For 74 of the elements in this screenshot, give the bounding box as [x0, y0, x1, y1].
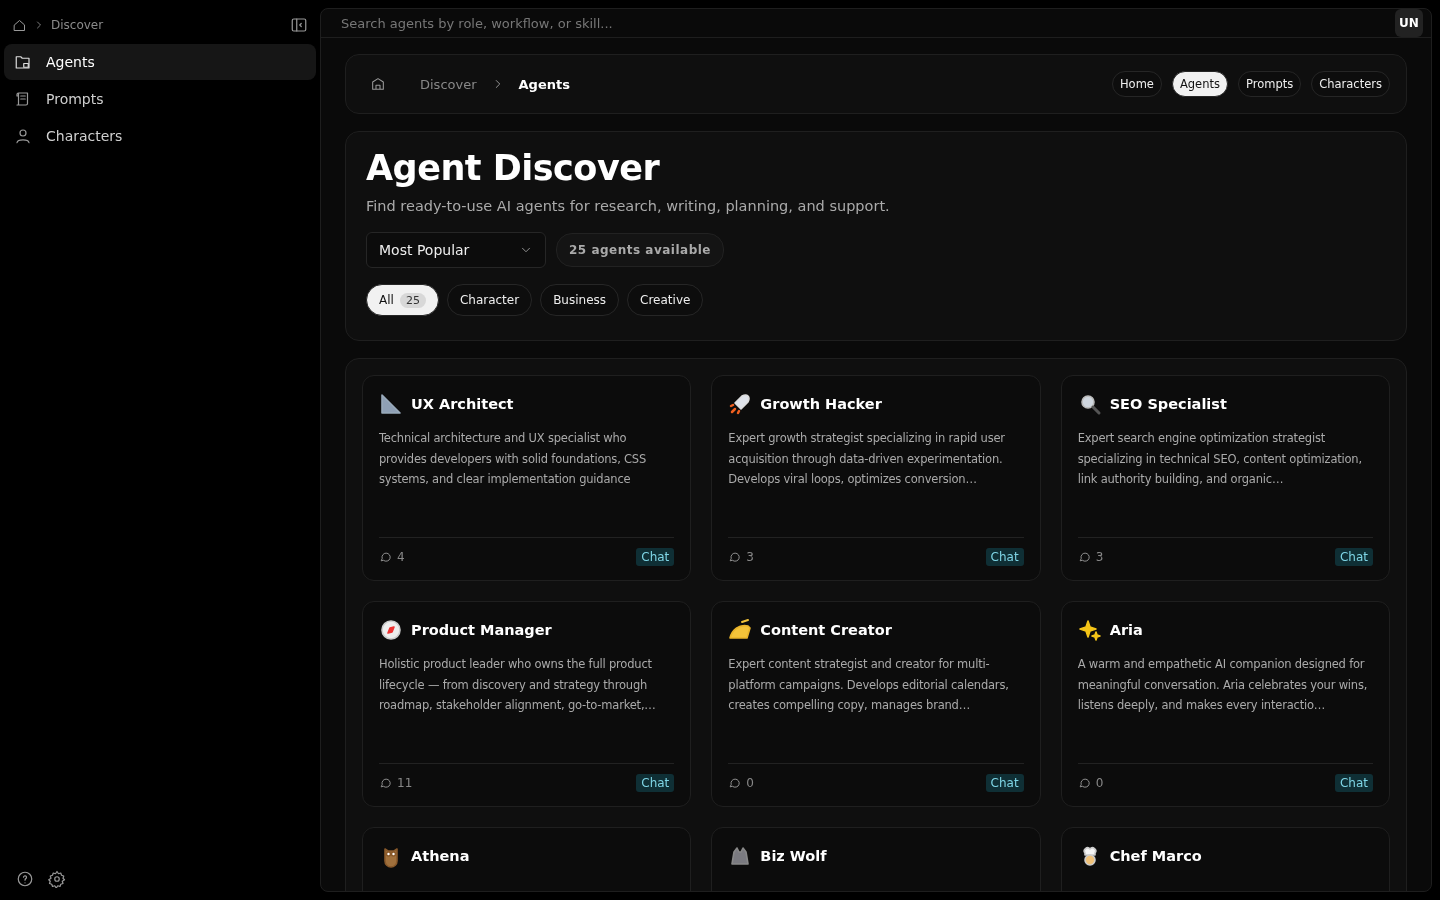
search-field[interactable]: Search agents by role, workflow, or skill... [339, 14, 1395, 32]
page-subtitle: Find ready-to-use AI agents for research, writing, planning, and support. [366, 198, 891, 214]
agent-description: Expert growth strategist specializing in rapid user acquisition through data-driven experimentation. Develops viral loops, optimizes conversion… [728, 430, 1006, 488]
chat-bubble-icon [379, 550, 393, 564]
chat-bubble-icon [1077, 776, 1092, 790]
agent-description: A warm and empathetic AI companion designed for meaningful conversation. Aria celebrates your wins, listens deeply, and makes every interactio… [1077, 656, 1369, 714]
filter-count: 25 [399, 292, 426, 308]
folder-icon [14, 53, 32, 71]
agent-card[interactable]: Content Creator Expert content strategist and creator for multi-platform campaigns. Develops editorial calendars, creates compelling copy, manages brand… 0 Chat [711, 601, 1041, 807]
chat-count: 4 [397, 550, 405, 564]
chat-button[interactable]: Chat [1334, 548, 1373, 566]
settings-icon[interactable] [48, 870, 66, 888]
breadcrumb-current: Agents [518, 76, 570, 92]
chat-bubble-icon [728, 776, 743, 790]
agent-card[interactable]: SEO Specialist Expert search engine optimization strategist specializing in technical SEO, content optimization, link authority building, and organic… 3 Chat [1060, 375, 1390, 581]
count-badge: 25 agents available [556, 233, 724, 267]
chat-bubble-icon [1077, 550, 1092, 564]
person-icon [14, 127, 32, 145]
user-avatar[interactable]: UN [1395, 9, 1423, 37]
chat-count: 0 [746, 776, 754, 790]
sidebar-item[interactable]: Prompts [4, 81, 316, 117]
agent-card[interactable]: UX Architect Technical architecture and UX specialist who provides developers with solid foundations, CSS systems, and clear implementation guidance 4 Chat [362, 375, 692, 581]
chat-count: 0 [1095, 776, 1104, 790]
sidebar-item[interactable]: Agents [4, 44, 316, 80]
agent-description: Technical architecture and UX specialist who provides developers with solid foundations, CSS systems, and clear implementation guidance [379, 430, 648, 488]
breadcrumb-link[interactable]: Discover [51, 18, 284, 32]
agent-description: Expert search engine optimization strategist specializing in technical SEO, content optimization, link authority building, and organic… [1077, 430, 1363, 488]
chat-button[interactable]: Chat [1334, 774, 1373, 792]
filter-chip[interactable]: Business [540, 284, 620, 316]
chat-bubble-icon [728, 550, 743, 564]
agent-name: UX Architect [411, 396, 514, 412]
chat-bubble-icon [379, 776, 393, 790]
sidebar-collapse-icon[interactable] [290, 16, 308, 34]
agent-name: Content Creator [760, 622, 892, 638]
sparkles-icon [1077, 618, 1102, 642]
agent-card[interactable]: Biz Wolf [711, 827, 1041, 891]
building-icon [370, 76, 386, 92]
agent-name: Athena [411, 848, 470, 864]
agent-description: Expert content strategist and creator for multi-platform campaigns. Develops editorial calendars, creates compelling copy, manages brand… [728, 656, 1010, 714]
sidebar-item[interactable]: Characters [4, 118, 316, 154]
chat-count: 3 [1095, 550, 1104, 564]
agent-card[interactable]: Product Manager Holistic product leader who owns the full product lifecycle — from discovery and strategy through roadmap, stakeholder alignment, go-to-market,… 11 Chat [362, 601, 692, 807]
agent-description: Holistic product leader who owns the full product lifecycle — from discovery and strategy through roadmap, stakeholder alignment, go-to-market,… [379, 656, 657, 714]
filter-chip[interactable]: All 25 [366, 284, 439, 316]
agent-name: Product Manager [411, 622, 552, 638]
agent-name: SEO Specialist [1109, 396, 1227, 412]
agent-name: Chef Marco [1109, 848, 1202, 864]
rocket-icon [728, 392, 753, 416]
help-icon[interactable] [16, 870, 34, 888]
agent-name: Growth Hacker [760, 396, 882, 412]
home-icon [12, 17, 27, 33]
agent-card[interactable]: Aria A warm and empathetic AI companion designed for meaningful conversation. Aria celebrates your wins, listens deeply, and makes every interactio… 0 Chat [1060, 601, 1390, 807]
chat-button[interactable]: Chat [636, 548, 675, 566]
compass-icon [379, 618, 403, 642]
agent-card[interactable]: Chef Marco [1060, 827, 1390, 891]
agent-name: Biz Wolf [760, 848, 827, 864]
chat-count: 11 [397, 776, 413, 790]
filter-chip[interactable]: Character [446, 284, 533, 316]
sort-dropdown[interactable]: Most Popular [366, 232, 546, 268]
chat-button[interactable]: Chat [636, 774, 675, 792]
ruler-triangle-icon [379, 392, 403, 416]
nav-tab[interactable]: Prompts [1237, 71, 1302, 97]
chat-button[interactable]: Chat [985, 774, 1024, 792]
agent-name: Aria [1109, 622, 1143, 638]
nav-tab[interactable]: Agents [1171, 71, 1228, 97]
filter-chip[interactable]: Creative [627, 284, 704, 316]
breadcrumb-link[interactable]: Discover [420, 76, 477, 92]
chat-count: 3 [746, 550, 754, 564]
agent-card[interactable]: Athena [362, 827, 692, 891]
nav-tab[interactable]: Home [1111, 71, 1162, 97]
chat-button[interactable]: Chat [985, 548, 1024, 566]
nav-tab[interactable]: Characters [1311, 71, 1390, 97]
agent-card[interactable]: Growth Hacker Expert growth strategist specializing in rapid user acquisition through data-driven experimentation. Develops viral loops, optimizes conversion… 3 Chat [711, 375, 1041, 581]
page-title: Agent Discover [366, 148, 661, 188]
